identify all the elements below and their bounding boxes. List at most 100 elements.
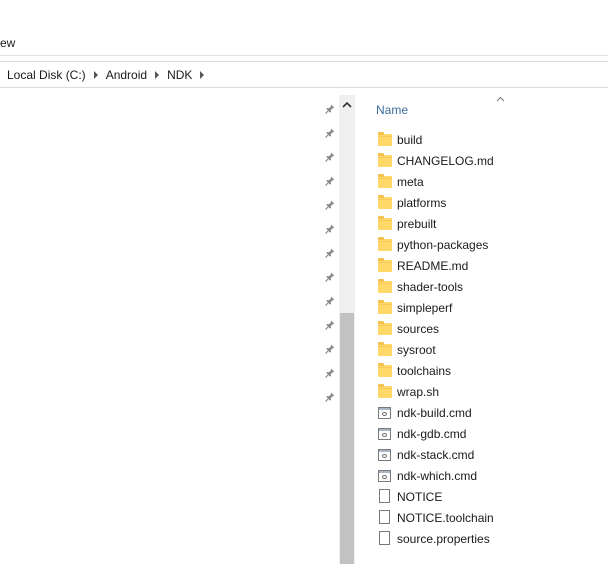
navigation-pane bbox=[0, 95, 340, 564]
file-name: wrap.sh bbox=[397, 384, 440, 399]
folder-icon bbox=[378, 362, 392, 379]
file-name: README.md bbox=[397, 258, 469, 273]
pin-icon[interactable] bbox=[325, 128, 335, 138]
folder-icon bbox=[378, 173, 392, 190]
file-icon-shape bbox=[379, 488, 390, 503]
ribbon-divider bbox=[0, 55, 608, 56]
file-name: prebuilt bbox=[397, 216, 437, 231]
cmd-file-icon-shape bbox=[378, 448, 391, 461]
file-icon-shape bbox=[379, 530, 390, 545]
file-list: build CHANGELOG.md meta platforms prebuilt py… bbox=[378, 129, 608, 549]
folder-icon-shape bbox=[378, 173, 392, 188]
pin-icon[interactable] bbox=[325, 296, 335, 306]
breadcrumb-ndk[interactable]: NDK bbox=[167, 68, 192, 82]
scroll-thumb[interactable] bbox=[340, 313, 354, 564]
folder-icon bbox=[378, 194, 392, 211]
file-row[interactable]: ndk-stack.cmd bbox=[378, 444, 608, 465]
file-name: CHANGELOG.md bbox=[397, 153, 494, 168]
pin-icon[interactable] bbox=[325, 200, 335, 210]
folder-icon-shape bbox=[378, 194, 392, 209]
file-list-header: Name bbox=[376, 96, 608, 118]
file-row[interactable]: python-packages bbox=[378, 234, 608, 255]
pin-icon[interactable] bbox=[325, 392, 335, 402]
file-name: meta bbox=[397, 174, 424, 189]
folder-icon bbox=[378, 215, 392, 232]
cmd-file-icon bbox=[378, 426, 392, 442]
pin-icon[interactable] bbox=[325, 248, 335, 258]
pin-icon[interactable] bbox=[325, 224, 335, 234]
pin-icon[interactable] bbox=[325, 320, 335, 330]
file-row[interactable]: build bbox=[378, 129, 608, 150]
folder-icon-shape bbox=[378, 131, 392, 146]
file-name: ndk-which.cmd bbox=[397, 468, 478, 483]
file-name: ndk-build.cmd bbox=[397, 405, 472, 420]
file-name: python-packages bbox=[397, 237, 489, 252]
nav-pane-scrollbar[interactable] bbox=[339, 95, 355, 564]
file-row[interactable]: CHANGELOG.md bbox=[378, 150, 608, 171]
file-row[interactable]: ndk-gdb.cmd bbox=[378, 423, 608, 444]
scroll-up-arrow-icon[interactable] bbox=[339, 99, 355, 111]
file-name: shader-tools bbox=[397, 279, 464, 294]
folder-icon bbox=[378, 278, 392, 295]
folder-icon bbox=[378, 152, 392, 169]
file-name: build bbox=[397, 132, 423, 147]
folder-icon-shape bbox=[378, 215, 392, 230]
file-row[interactable]: source.properties bbox=[378, 528, 608, 549]
file-row[interactable]: meta bbox=[378, 171, 608, 192]
address-bar[interactable]: Local Disk (C:) Android NDK bbox=[0, 61, 608, 88]
folder-icon bbox=[378, 383, 392, 400]
file-icon bbox=[378, 530, 392, 547]
pin-icon[interactable] bbox=[325, 104, 335, 114]
folder-icon-shape bbox=[378, 278, 392, 293]
file-name: source.properties bbox=[397, 531, 490, 546]
chevron-right-icon[interactable] bbox=[155, 70, 160, 79]
cmd-file-icon bbox=[378, 405, 392, 421]
cmd-file-icon-shape bbox=[378, 469, 391, 482]
folder-icon-shape bbox=[378, 362, 392, 377]
folder-icon bbox=[378, 299, 392, 316]
pin-icon[interactable] bbox=[325, 272, 335, 282]
file-name: platforms bbox=[397, 195, 447, 210]
file-row[interactable]: NOTICE bbox=[378, 486, 608, 507]
cmd-file-icon-shape bbox=[378, 427, 391, 440]
file-row[interactable]: README.md bbox=[378, 255, 608, 276]
pin-icon[interactable] bbox=[325, 344, 335, 354]
folder-icon-shape bbox=[378, 299, 392, 314]
file-row[interactable]: shader-tools bbox=[378, 276, 608, 297]
file-row[interactable]: ndk-build.cmd bbox=[378, 402, 608, 423]
folder-icon-shape bbox=[378, 341, 392, 356]
breadcrumb: Local Disk (C:) Android NDK bbox=[0, 62, 212, 87]
file-row[interactable]: wrap.sh bbox=[378, 381, 608, 402]
file-row[interactable]: prebuilt bbox=[378, 213, 608, 234]
file-row[interactable]: sources bbox=[378, 318, 608, 339]
folder-icon bbox=[378, 257, 392, 274]
column-header-name[interactable]: Name bbox=[376, 102, 408, 118]
chevron-right-icon[interactable] bbox=[93, 70, 98, 79]
chevron-right-icon[interactable] bbox=[200, 70, 205, 79]
folder-icon bbox=[378, 341, 392, 358]
folder-icon-shape bbox=[378, 152, 392, 167]
ribbon-tab-view[interactable]: ew bbox=[0, 35, 15, 51]
file-row[interactable]: simpleperf bbox=[378, 297, 608, 318]
file-icon-shape bbox=[379, 509, 390, 524]
sort-ascending-icon bbox=[496, 96, 505, 102]
file-name: NOTICE.toolchain bbox=[397, 510, 494, 525]
file-name: sysroot bbox=[397, 342, 436, 357]
file-row[interactable]: toolchains bbox=[378, 360, 608, 381]
pin-icon[interactable] bbox=[325, 152, 335, 162]
breadcrumb-local-disk[interactable]: Local Disk (C:) bbox=[7, 68, 86, 82]
file-row[interactable]: NOTICE.toolchain bbox=[378, 507, 608, 528]
cmd-file-icon-shape bbox=[378, 406, 391, 419]
pin-icon[interactable] bbox=[325, 368, 335, 378]
breadcrumb-android[interactable]: Android bbox=[106, 68, 147, 82]
cmd-file-icon bbox=[378, 468, 392, 484]
pin-icon[interactable] bbox=[325, 176, 335, 186]
folder-icon-shape bbox=[378, 383, 392, 398]
folder-icon bbox=[378, 236, 392, 253]
file-row[interactable]: ndk-which.cmd bbox=[378, 465, 608, 486]
folder-icon-shape bbox=[378, 320, 392, 335]
file-name: simpleperf bbox=[397, 300, 453, 315]
file-row[interactable]: platforms bbox=[378, 192, 608, 213]
file-row[interactable]: sysroot bbox=[378, 339, 608, 360]
file-icon bbox=[378, 509, 392, 526]
